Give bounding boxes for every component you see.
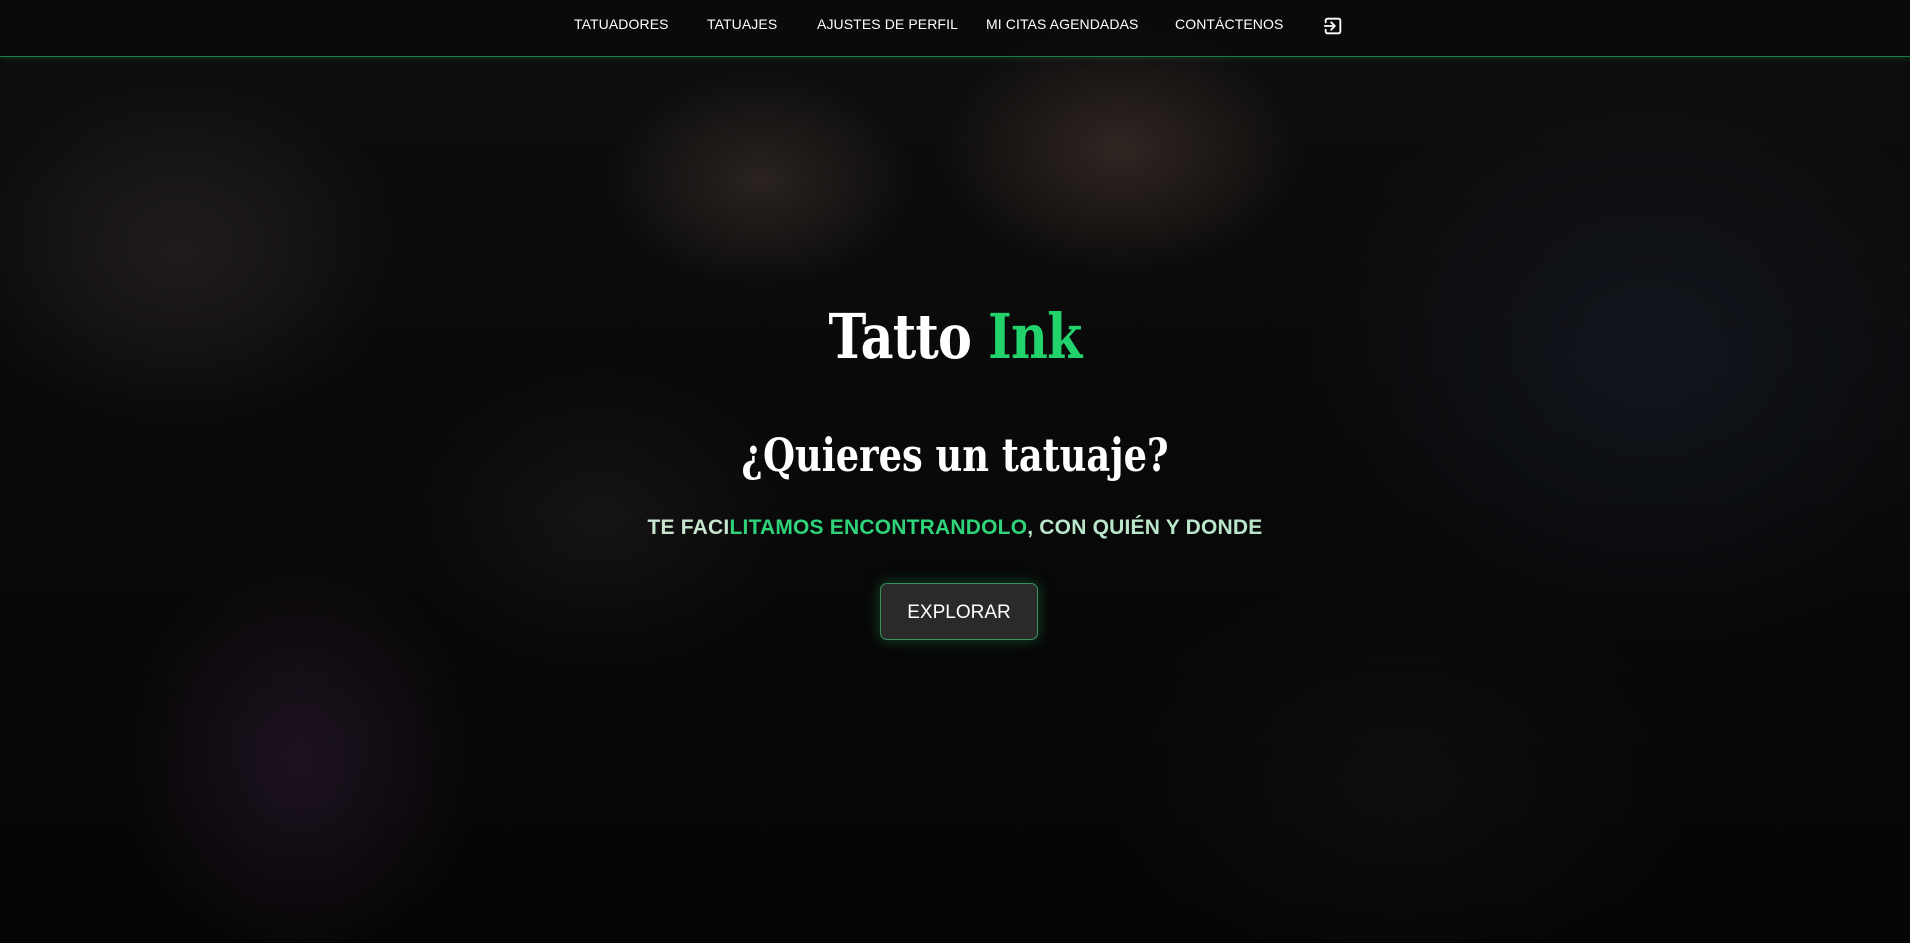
tagline-part1: TE FACI	[647, 516, 730, 539]
tagline-part3: , CON QUIÉN Y DONDE	[1027, 516, 1263, 539]
hero-section: Tatto Ink ¿Quieres un tatuaje? TE FACILI…	[0, 0, 1910, 943]
tagline-part2: LITAMOS ENCONTRANDOLO	[729, 516, 1028, 539]
brand-name-part1: Tatto	[828, 300, 972, 373]
hero-tagline: TE FACILITAMOS ENCONTRANDOLO, CON QUIÉN …	[0, 516, 1910, 540]
explorar-button[interactable]: EXPLORAR	[880, 583, 1038, 640]
brand-name-part2: Ink	[988, 300, 1082, 373]
logout-icon[interactable]	[1322, 15, 1344, 37]
nav-item-tatuajes[interactable]: TATUAJES	[707, 16, 777, 32]
top-navbar: TATUADORES TATUAJES AJUSTES DE PERFIL MI…	[0, 0, 1910, 57]
nav-item-tatuadores[interactable]: TATUADORES	[574, 16, 669, 32]
nav-links: TATUADORES TATUAJES AJUSTES DE PERFIL MI…	[0, 0, 1910, 50]
nav-item-contactenos[interactable]: CONTÁCTENOS	[1175, 16, 1283, 32]
nav-item-mi-citas-agendadas[interactable]: MI CITAS AGENDADAS	[986, 16, 1138, 32]
page: TATUADORES TATUAJES AJUSTES DE PERFIL MI…	[0, 0, 1910, 943]
hero-headline: ¿Quieres un tatuaje?	[741, 428, 1169, 482]
nav-item-ajustes-de-perfil[interactable]: AJUSTES DE PERFIL	[817, 16, 958, 32]
brand-logo-title: Tatto Ink	[172, 300, 1738, 373]
